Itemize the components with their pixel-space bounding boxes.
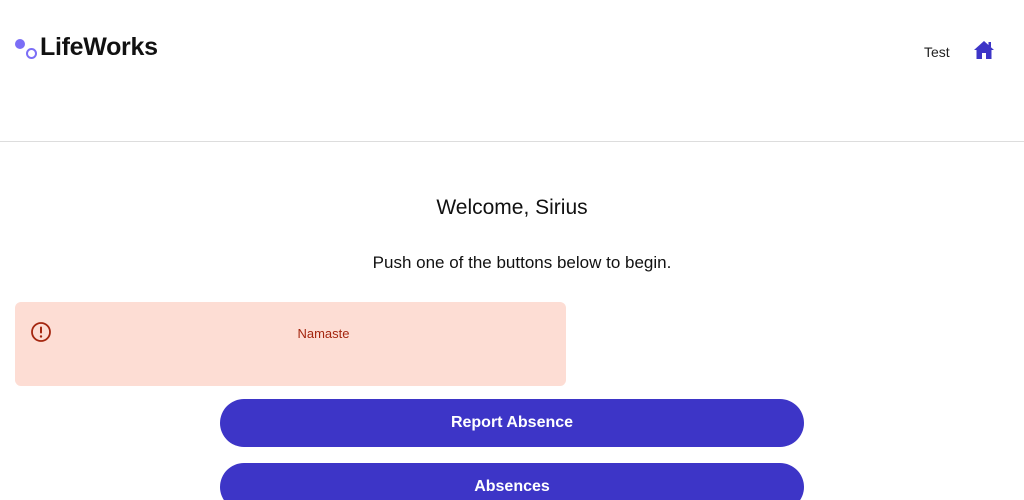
report-absence-button[interactable]: Report Absence (220, 399, 804, 447)
home-icon[interactable] (973, 40, 995, 60)
page: LifeWorks Test Welcome, Sirius Push one … (0, 0, 1024, 500)
user-name: Test (924, 44, 950, 60)
alert-banner: Namaste (15, 302, 566, 386)
logo[interactable]: LifeWorks (14, 30, 158, 64)
instructions-text: Push one of the buttons below to begin. (372, 253, 672, 272)
welcome-heading: Welcome, Sirius (436, 196, 588, 219)
logo-text: LifeWorks (40, 32, 158, 61)
logo-mark-icon (14, 34, 40, 60)
alert-message: Namaste (297, 326, 350, 341)
absences-button[interactable]: Absences (220, 463, 804, 500)
header: LifeWorks Test (0, 0, 1024, 142)
